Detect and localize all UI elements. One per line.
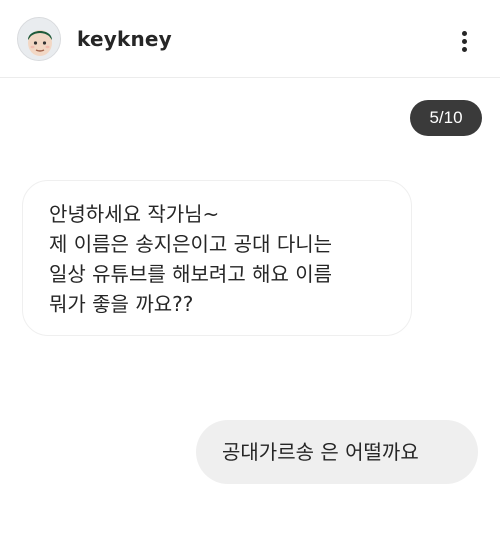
more-options-button[interactable] <box>448 24 482 58</box>
message-line: 뭐가 좋을 까요?? <box>49 292 194 316</box>
more-vertical-icon-dot <box>462 39 467 44</box>
message-line: 일상 유튜브를 해보려고 해요 이름 <box>49 262 333 286</box>
chat-header: keykney <box>0 0 500 78</box>
message-line: 공대가르송 은 어떨까요 <box>222 440 419 464</box>
incoming-message-bubble[interactable]: 안녕하세요 작가님~ 제 이름은 송지은이고 공대 다니는 일상 유튜브를 해보… <box>22 180 412 336</box>
dm-screen: keykney 5/10 안녕하세요 작가님~ 제 이름은 송지은이고 공대 다… <box>0 0 500 545</box>
page-indicator-badge: 5/10 <box>410 100 482 136</box>
message-line: 안녕하세요 작가님~ <box>49 202 220 226</box>
profile-avatar-face-icon <box>18 18 60 60</box>
more-vertical-icon <box>462 31 467 36</box>
message-line: 제 이름은 송지은이고 공대 다니는 <box>49 232 333 256</box>
avatar[interactable] <box>17 17 61 61</box>
username[interactable]: keykney <box>77 27 172 51</box>
outgoing-message-bubble[interactable]: 공대가르송 은 어떨까요 <box>196 420 478 484</box>
more-vertical-icon-dot <box>462 47 467 52</box>
